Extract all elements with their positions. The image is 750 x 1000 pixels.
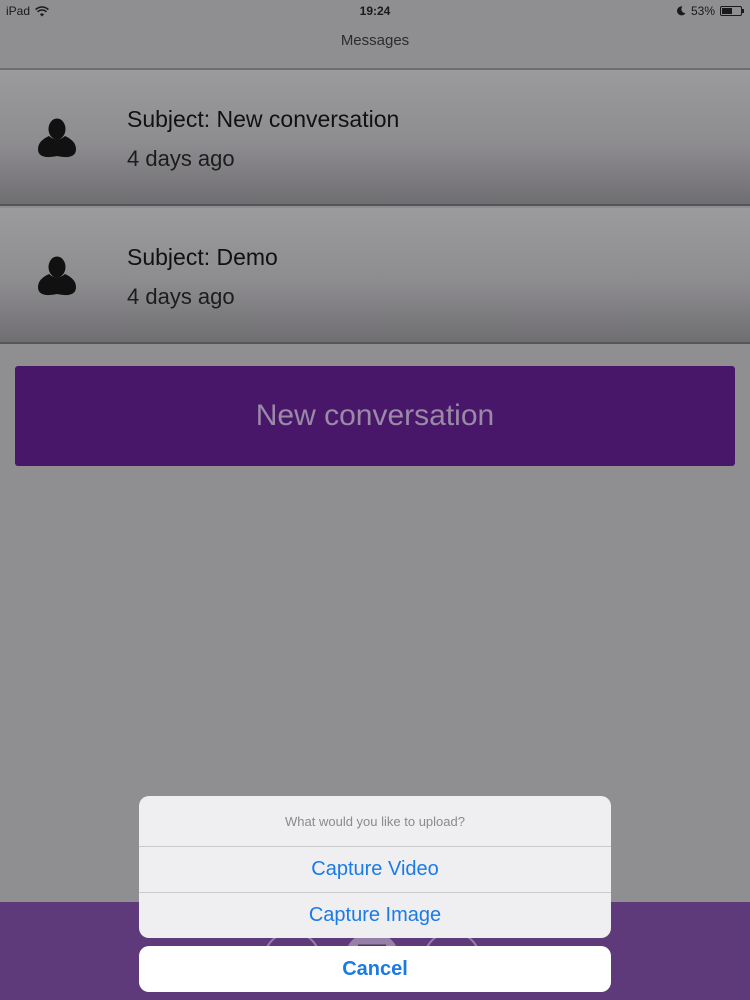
status-bar: iPad 19:24 53% bbox=[0, 0, 750, 22]
battery-percent: 53% bbox=[690, 4, 715, 18]
message-time: 4 days ago bbox=[127, 146, 235, 171]
message-row[interactable]: Subject: Demo 4 days ago bbox=[0, 208, 750, 344]
moon-icon bbox=[676, 6, 686, 16]
capture-video-option[interactable]: Capture Video bbox=[139, 847, 611, 892]
user-avatar-icon bbox=[38, 118, 76, 158]
status-time: 19:24 bbox=[359, 4, 391, 18]
message-subject: Subject: Demo bbox=[127, 244, 278, 270]
upload-action-sheet: What would you like to upload? Capture V… bbox=[139, 796, 611, 938]
cancel-button[interactable]: Cancel bbox=[139, 946, 611, 992]
message-time: 4 days ago bbox=[127, 284, 235, 309]
message-subject: Subject: New conversation bbox=[127, 106, 400, 132]
user-avatar-icon bbox=[38, 256, 76, 296]
battery-fill bbox=[722, 8, 732, 14]
message-row[interactable]: Subject: New conversation 4 days ago bbox=[0, 70, 750, 206]
page-title: Messages bbox=[340, 32, 410, 49]
battery-icon bbox=[720, 6, 744, 16]
capture-image-option[interactable]: Capture Image bbox=[139, 892, 611, 938]
action-sheet-title: What would you like to upload? bbox=[139, 796, 611, 847]
new-conversation-button[interactable]: New conversation bbox=[15, 366, 735, 466]
status-right: 53% bbox=[676, 4, 744, 18]
